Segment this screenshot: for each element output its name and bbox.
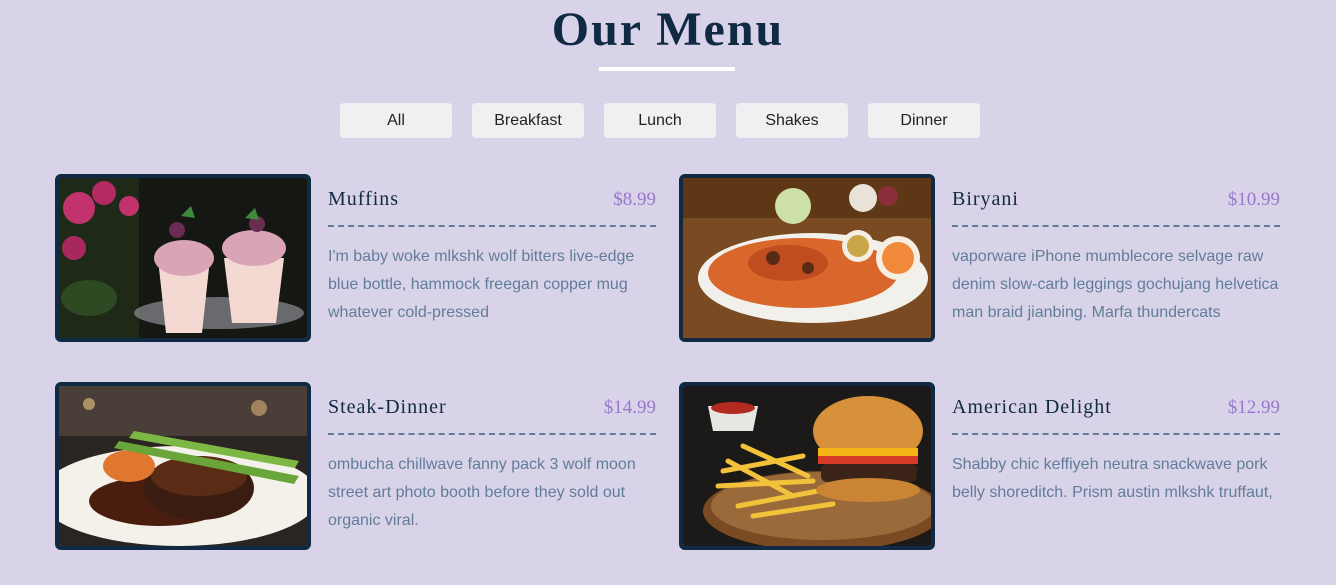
item-description: Shabby chic keffiyeh neutra snackwave po… (952, 456, 1273, 501)
filter-bar: All Breakfast Lunch Shakes Dinner (340, 103, 980, 138)
item-price: $8.99 (613, 189, 656, 210)
filter-dinner-button[interactable]: Dinner (868, 103, 980, 138)
burger-photo (679, 382, 935, 550)
item-name: Muffins (328, 188, 400, 210)
muffins-photo (55, 174, 311, 342)
filter-all-button[interactable]: All (340, 103, 452, 138)
item-name: Biryani (952, 188, 1019, 210)
item-price: $14.99 (603, 397, 656, 418)
item-description: ombucha chillwave fanny pack 3 wolf moon… (328, 456, 636, 529)
biryani-photo (679, 174, 935, 342)
filter-shakes-button[interactable]: Shakes (736, 103, 848, 138)
menu-item: Steak-Dinner $14.99 ombucha chillwave fa… (55, 382, 656, 550)
page-title: Our Menu (551, 3, 785, 56)
item-description: I'm baby woke mlkshk wolf bitters live-e… (328, 248, 635, 321)
item-name: American Delight (952, 396, 1112, 418)
item-price: $10.99 (1227, 189, 1280, 210)
menu-item: American Delight $12.99 Shabby chic keff… (679, 382, 1280, 550)
title-underline (599, 67, 735, 71)
menu-item: Muffins $8.99 I'm baby woke mlkshk wolf … (55, 174, 656, 342)
item-name: Steak-Dinner (328, 396, 447, 418)
filter-lunch-button[interactable]: Lunch (604, 103, 716, 138)
item-price: $12.99 (1227, 397, 1280, 418)
item-description: vaporware iPhone mumblecore selvage raw … (952, 248, 1279, 321)
steak-photo (55, 382, 311, 550)
menu-item: Biryani $10.99 vaporware iPhone mumbleco… (679, 174, 1280, 342)
filter-breakfast-button[interactable]: Breakfast (472, 103, 584, 138)
